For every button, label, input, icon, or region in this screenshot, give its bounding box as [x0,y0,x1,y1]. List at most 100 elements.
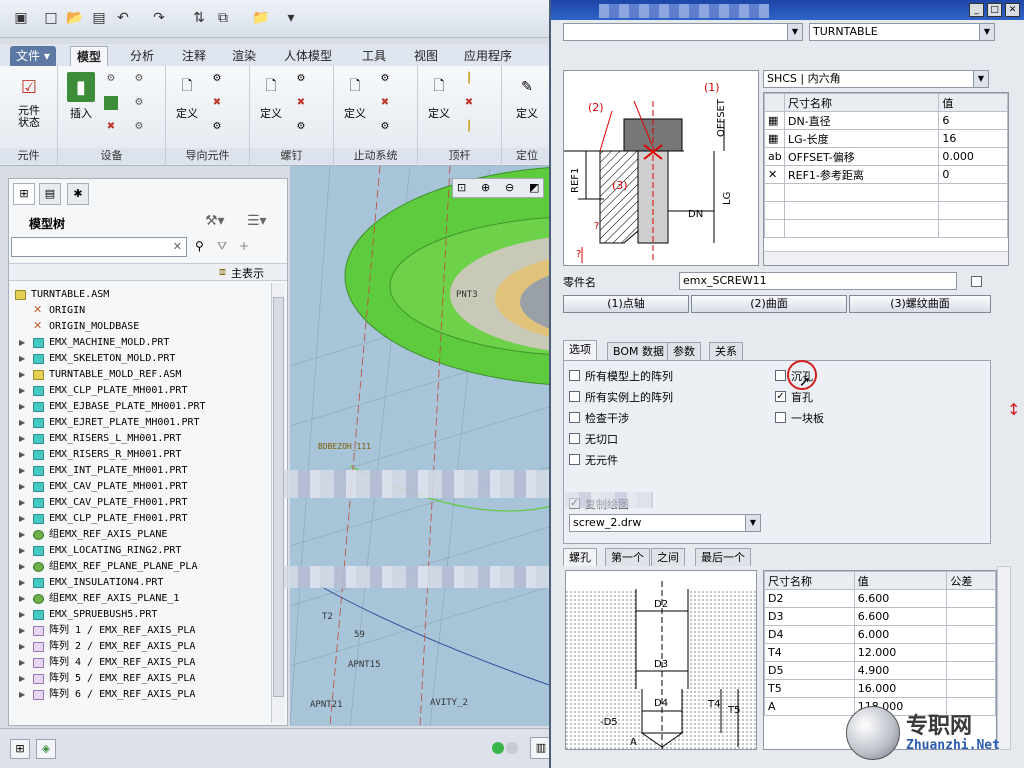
tab-first[interactable]: 第一个 [605,548,650,566]
stop-edit-icon[interactable]: ⚙ [378,120,392,134]
expand-arrow-icon[interactable]: ▶ [19,463,27,479]
expand-arrow-icon[interactable]: ▶ [19,447,27,463]
tab-options[interactable]: 选项 [563,340,597,360]
stop-pin-icon[interactable]: ⚙ [378,72,392,86]
tree-item[interactable]: ▶ TURNTABLE_MOLD_REF.ASM [9,367,271,383]
option-checkbox[interactable] [569,370,580,381]
tab-manikin[interactable]: 人体模型 [278,46,338,66]
tree-item[interactable]: ▶ EMX_RISERS_R_MH001.PRT [9,447,271,463]
dimension-value[interactable]: 6.600 [853,607,948,626]
part-name-input[interactable]: emx_SCREW11 [679,272,957,290]
ejector-edit-icon[interactable]: ┃ [462,120,476,134]
expand-arrow-icon[interactable]: ▶ [19,623,27,639]
table-row[interactable]: ab OFFSET-偏移 0.000 [764,147,1008,166]
screw-icon[interactable]: ⚙ [104,72,118,86]
windows-icon[interactable]: ⧉ [214,9,232,27]
tree-tab-model-icon[interactable]: ⊞ [13,183,35,205]
option-checkbox[interactable] [569,433,580,444]
ejector-pin-icon[interactable]: ┃ [462,72,476,86]
expand-arrow-icon[interactable]: ▶ [19,511,27,527]
add-icon[interactable]: + [239,239,249,253]
stop-define-button[interactable]: 🗋 定义 [338,72,372,121]
catalog-combo[interactable]: ▼ [563,23,803,41]
drawing-combo[interactable]: screw_2.drw ▼ [569,514,761,532]
expand-arrow-icon[interactable]: ▶ [19,687,27,703]
redo-icon[interactable]: ↷ [150,9,168,27]
tree-item[interactable]: ▶ 阵列 5 / EMX_REF_AXIS_PLA [9,671,271,687]
expand-arrow-icon[interactable]: ▶ [19,591,27,607]
table-row[interactable]: D5 4.900 [764,661,996,680]
dimension-tolerance[interactable] [946,607,996,626]
expand-arrow-icon[interactable]: ▶ [19,431,27,447]
option-checkbox[interactable] [569,454,580,465]
dimension-value[interactable]: 6.600 [853,589,948,608]
tab-file[interactable]: 文件 ▾ [10,46,56,66]
tree-tab-folder-icon[interactable]: ▤ [39,183,61,205]
expand-arrow-icon[interactable]: ▶ [19,607,27,623]
dimension-tolerance[interactable] [946,625,996,644]
regenerate-icon[interactable]: ⇅ [190,9,208,27]
delete-icon[interactable]: ✖ [378,96,392,110]
component-status-button[interactable]: ☑ 元件 状态 [12,72,46,129]
tree-item[interactable]: ▶ EMX_INSULATION4.PRT [9,575,271,591]
dimension-value[interactable]: 12.000 [853,643,948,662]
tree-item[interactable]: ▶ EMX_CLP_PLATE_MH001.PRT [9,383,271,399]
undo-icon[interactable]: ↶ [114,9,132,27]
guide-define-button[interactable]: 🗋 定义 [170,72,204,121]
zoom-fit-icon[interactable]: ⊡ [457,181,466,194]
table-row[interactable]: T5 16.000 [764,679,996,698]
table-row[interactable]: T4 12.000 [764,643,996,662]
expand-arrow-icon[interactable]: ▶ [19,559,27,575]
dimension-tolerance[interactable] [946,679,996,698]
expand-arrow-icon[interactable]: ▶ [19,639,27,655]
minimize-icon[interactable]: _ [969,3,984,17]
expand-arrow-icon[interactable]: ▶ [19,351,27,367]
delete-icon[interactable]: ✖ [294,96,308,110]
tree-item[interactable]: ▶ 组EMX_REF_PLANE_PLANE_PLA [9,559,271,575]
dimension-tolerance[interactable] [946,661,996,680]
delete-icon[interactable]: ✖ [210,96,224,110]
assembly-combo[interactable]: TURNTABLE ▼ [809,23,995,41]
tree-item[interactable]: ▶ EMX_CAV_PLATE_MH001.PRT [9,479,271,495]
locate-define-button[interactable]: ✎ 定义 [510,72,544,121]
table-row[interactable]: D2 6.600 [764,589,996,608]
expand-arrow-icon[interactable]: ▶ [19,527,27,543]
screw-icon[interactable]: ⚙ [294,72,308,86]
tree-item[interactable]: ▶ EMX_MACHINE_MOLD.PRT [9,335,271,351]
screw-type-combo[interactable]: SHCS | 内六角 ▼ [763,70,989,88]
tree-item[interactable]: ▶ EMX_SKELETON_MOLD.PRT [9,351,271,367]
table-row[interactable]: D3 6.600 [764,607,996,626]
tree-item[interactable]: TURNTABLE.ASM [9,287,271,303]
tree-columns-icon[interactable]: ☰▾ [247,213,267,229]
tab-render[interactable]: 渲染 [226,46,262,66]
expand-arrow-icon[interactable]: ▶ [19,543,27,559]
expand-arrow-icon[interactable]: ▶ [19,335,27,351]
tab-applications[interactable]: 应用程序 [458,46,518,66]
dimension-value[interactable]: 6 [938,111,1008,130]
expand-arrow-icon[interactable]: ▶ [19,415,27,431]
tab-last[interactable]: 最后一个 [695,548,751,566]
tree-item[interactable]: ✕ ORIGIN_MOLDBASE [9,319,271,335]
tree-item[interactable]: ✕ ORIGIN [9,303,271,319]
repaint-icon[interactable]: ◩ [529,181,539,194]
app-icon[interactable]: ▣ [12,9,30,27]
table-row[interactable]: ✕ REF1-参考距离 0 [764,165,1008,184]
maximize-icon[interactable]: □ [987,3,1002,17]
option-checkbox[interactable] [569,391,580,402]
filter-icon[interactable]: ⛛ [217,239,227,254]
tree-item[interactable]: ▶ EMX_CLP_PLATE_FH001.PRT [9,511,271,527]
dimension-value[interactable]: 6.000 [853,625,948,644]
guide-pin-icon[interactable]: ⚙ [210,72,224,86]
insert-button[interactable]: ▮ 插入 [64,72,98,121]
tree-item[interactable]: ▶ 阵列 2 / EMX_REF_AXIS_PLA [9,639,271,655]
block-icon[interactable] [104,96,118,110]
pin-icon[interactable]: ⚙ [132,96,146,110]
expand-arrow-icon[interactable]: ▶ [19,575,27,591]
expand-arrow-icon[interactable]: ▶ [19,479,27,495]
tree-toggle-icon[interactable]: ⊞ [10,739,30,759]
tab-view[interactable]: 视图 [408,46,444,66]
resize-handle-icon[interactable]: ↕ [1007,400,1020,419]
graphics-viewport[interactable]: ⊡ ⊕ ⊖ ◩ PNT3 BDBEZOH_111 APNT15 AVITY_2 … [290,166,552,726]
scroll-thumb[interactable] [273,297,284,697]
tab-between[interactable]: 之间 [651,548,685,566]
